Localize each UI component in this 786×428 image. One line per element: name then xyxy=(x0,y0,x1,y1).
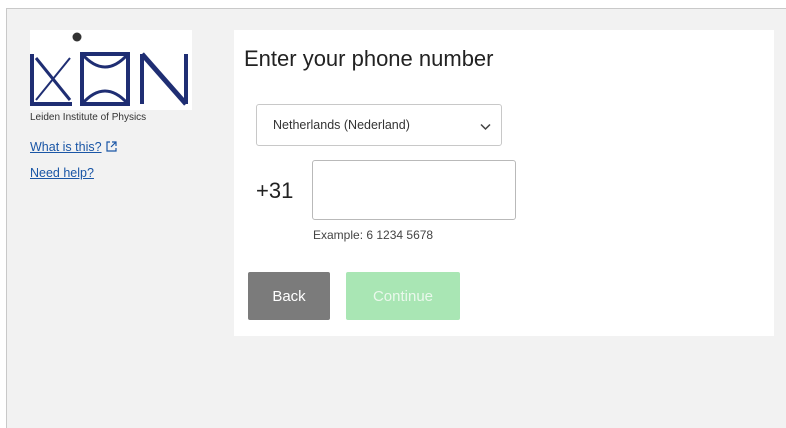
phone-number-input[interactable] xyxy=(312,160,516,220)
sidebar-links: What is this? Need help? xyxy=(30,140,117,191)
lion-logo-graphic xyxy=(30,32,188,106)
external-link-icon xyxy=(105,141,117,155)
institute-logo xyxy=(30,30,192,110)
sidebar: Leiden Institute of Physics What is this… xyxy=(30,30,196,180)
continue-button[interactable]: Continue xyxy=(346,272,460,320)
chevron-down-icon xyxy=(480,120,491,134)
back-button[interactable]: Back xyxy=(248,272,330,320)
what-is-this-label: What is this? xyxy=(30,140,102,154)
page-title: Enter your phone number xyxy=(244,46,494,71)
phone-entry-panel: Enter your phone number Netherlands (Ned… xyxy=(234,30,774,336)
phone-prefix: +31 xyxy=(256,178,294,203)
need-help-link[interactable]: Need help? xyxy=(30,166,117,180)
country-select[interactable]: Netherlands (Nederland) xyxy=(256,104,502,146)
phone-example-hint: Example: 6 1234 5678 xyxy=(313,228,434,242)
country-select-value: Netherlands (Nederland) xyxy=(273,118,410,132)
logo-caption: Leiden Institute of Physics xyxy=(30,112,147,123)
what-is-this-link[interactable]: What is this? xyxy=(30,140,117,155)
